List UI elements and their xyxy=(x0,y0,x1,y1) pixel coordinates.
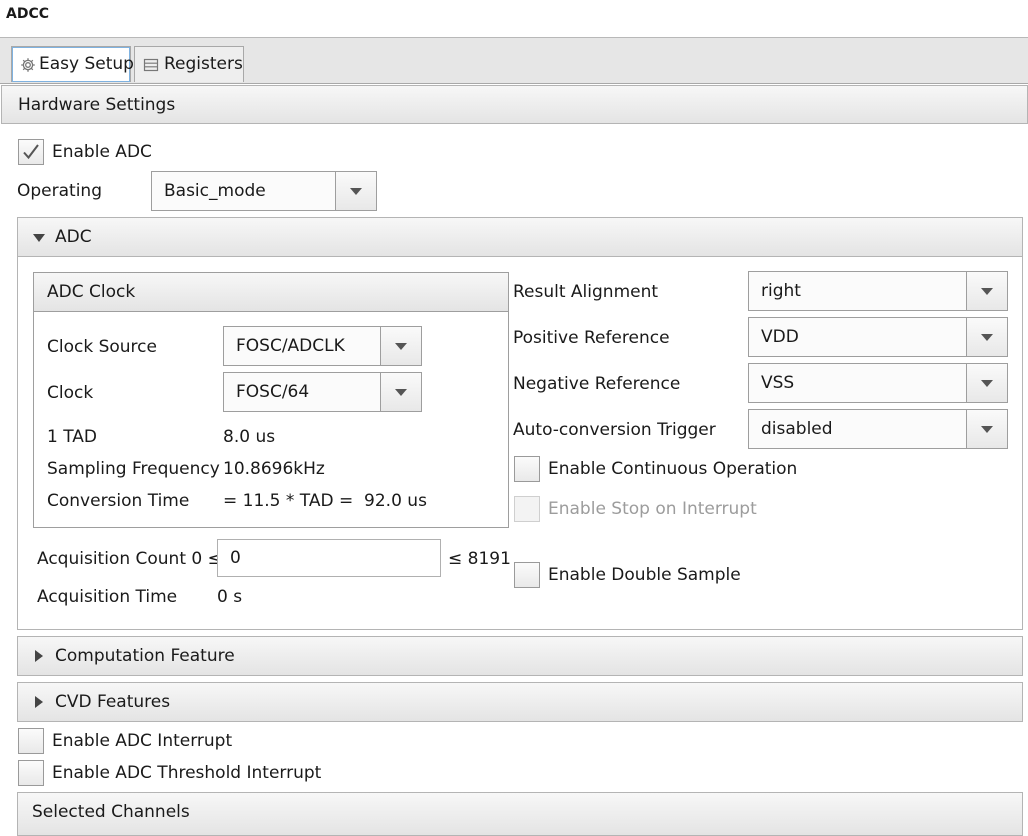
chevron-down-icon xyxy=(350,188,362,195)
clock-source-dropdown[interactable]: FOSC/ADCLK xyxy=(223,326,422,366)
auto-conversion-trigger-dropdown-button[interactable] xyxy=(966,410,1007,448)
enable-double-sample-checkbox[interactable] xyxy=(514,562,540,588)
result-alignment-label: Result Alignment xyxy=(513,282,659,302)
computation-feature-header[interactable]: Computation Feature xyxy=(17,636,1023,676)
acquisition-count-label: Acquisition Count 0 ≤ xyxy=(37,549,222,569)
enable-adc-threshold-interrupt-label: Enable ADC Threshold Interrupt xyxy=(52,763,322,783)
enable-stop-on-interrupt-label: Enable Stop on Interrupt xyxy=(548,499,757,519)
negative-reference-dropdown[interactable]: VSS xyxy=(748,363,1008,403)
chevron-down-icon xyxy=(981,380,993,387)
enable-continuous-operation-label: Enable Continuous Operation xyxy=(548,459,798,479)
result-alignment-dropdown[interactable]: right xyxy=(748,271,1008,311)
selected-channels-header: Selected Channels xyxy=(17,792,1023,836)
chevron-down-icon xyxy=(981,334,993,341)
tab-registers[interactable]: Registers xyxy=(134,46,244,82)
sampling-frequency-value: 10.8696kHz xyxy=(223,459,325,479)
operating-label: Operating xyxy=(17,181,102,201)
adc-section-header[interactable]: ADC xyxy=(17,217,1023,257)
tab-easy-setup[interactable]: Easy Setup xyxy=(11,46,134,82)
clock-source-value: FOSC/ADCLK xyxy=(236,336,345,356)
enable-adc-checkbox[interactable] xyxy=(18,139,44,165)
acquisition-count-input[interactable] xyxy=(217,539,441,577)
selected-channels-title: Selected Channels xyxy=(32,802,190,822)
operating-dropdown[interactable]: Basic_mode xyxy=(151,171,377,211)
positive-reference-dropdown-button[interactable] xyxy=(966,318,1007,356)
conversion-time-label: Conversion Time xyxy=(47,491,190,511)
negative-reference-value: VSS xyxy=(761,373,795,393)
clock-dropdown-button[interactable] xyxy=(380,373,421,411)
expanded-triangle-icon xyxy=(33,234,45,242)
chevron-down-icon xyxy=(395,389,407,396)
cvd-features-title: CVD Features xyxy=(55,692,171,712)
adc-clock-header: ADC Clock xyxy=(33,272,509,312)
hardware-settings-header: Hardware Settings xyxy=(1,85,1028,124)
chevron-down-icon xyxy=(981,288,993,295)
sampling-frequency-label: Sampling Frequency xyxy=(47,459,220,479)
clock-source-label: Clock Source xyxy=(47,337,157,357)
tad-label: 1 TAD xyxy=(47,427,98,447)
negative-reference-label: Negative Reference xyxy=(513,374,681,394)
acquisition-time-label: Acquisition Time xyxy=(37,587,178,607)
enable-adc-interrupt-label: Enable ADC Interrupt xyxy=(52,731,233,751)
tab-easy-setup-label: Easy Setup xyxy=(39,54,134,74)
clock-label: Clock xyxy=(47,383,94,403)
positive-reference-label: Positive Reference xyxy=(513,328,670,348)
clock-source-dropdown-button[interactable] xyxy=(380,327,421,365)
result-alignment-value: right xyxy=(761,281,801,301)
gear-icon xyxy=(21,58,35,72)
enable-continuous-operation-checkbox[interactable] xyxy=(514,456,540,482)
tab-registers-label: Registers xyxy=(164,54,243,74)
chevron-down-icon xyxy=(395,343,407,350)
auto-conversion-trigger-label: Auto-conversion Trigger xyxy=(513,420,716,440)
auto-conversion-trigger-dropdown[interactable]: disabled xyxy=(748,409,1008,449)
enable-adc-threshold-interrupt-checkbox[interactable] xyxy=(18,760,44,786)
acquisition-count-max-label: ≤ 8191 xyxy=(448,549,511,569)
collapsed-triangle-icon xyxy=(35,696,43,708)
positive-reference-value: VDD xyxy=(761,327,799,347)
tad-value: 8.0 us xyxy=(223,427,276,447)
operating-value: Basic_mode xyxy=(164,181,266,201)
collapsed-triangle-icon xyxy=(35,650,43,662)
positive-reference-dropdown[interactable]: VDD xyxy=(748,317,1008,357)
checkmark-icon xyxy=(23,144,39,160)
negative-reference-dropdown-button[interactable] xyxy=(966,364,1007,402)
operating-dropdown-button[interactable] xyxy=(335,172,376,210)
clock-dropdown[interactable]: FOSC/64 xyxy=(223,372,422,412)
result-alignment-dropdown-button[interactable] xyxy=(966,272,1007,310)
enable-double-sample-label: Enable Double Sample xyxy=(548,565,741,585)
auto-conversion-trigger-value: disabled xyxy=(761,419,833,439)
adc-clock-title: ADC Clock xyxy=(47,282,136,302)
acquisition-time-value: 0 s xyxy=(217,587,243,607)
hardware-settings-title: Hardware Settings xyxy=(18,95,176,115)
clock-value: FOSC/64 xyxy=(236,382,310,402)
window-title-bar: ADCC xyxy=(0,0,1028,38)
window-title: ADCC xyxy=(6,6,50,22)
enable-stop-on-interrupt-checkbox[interactable] xyxy=(514,496,540,522)
list-icon xyxy=(143,58,159,72)
chevron-down-icon xyxy=(981,426,993,433)
tab-strip: Easy Setup Registers xyxy=(0,38,1028,84)
enable-adc-interrupt-checkbox[interactable] xyxy=(18,728,44,754)
enable-adc-label: Enable ADC xyxy=(52,142,152,162)
conversion-time-value: = 11.5 * TAD = 92.0 us xyxy=(223,491,427,511)
adc-section-title: ADC xyxy=(55,227,92,247)
cvd-features-header[interactable]: CVD Features xyxy=(17,682,1023,722)
computation-feature-title: Computation Feature xyxy=(55,646,235,666)
